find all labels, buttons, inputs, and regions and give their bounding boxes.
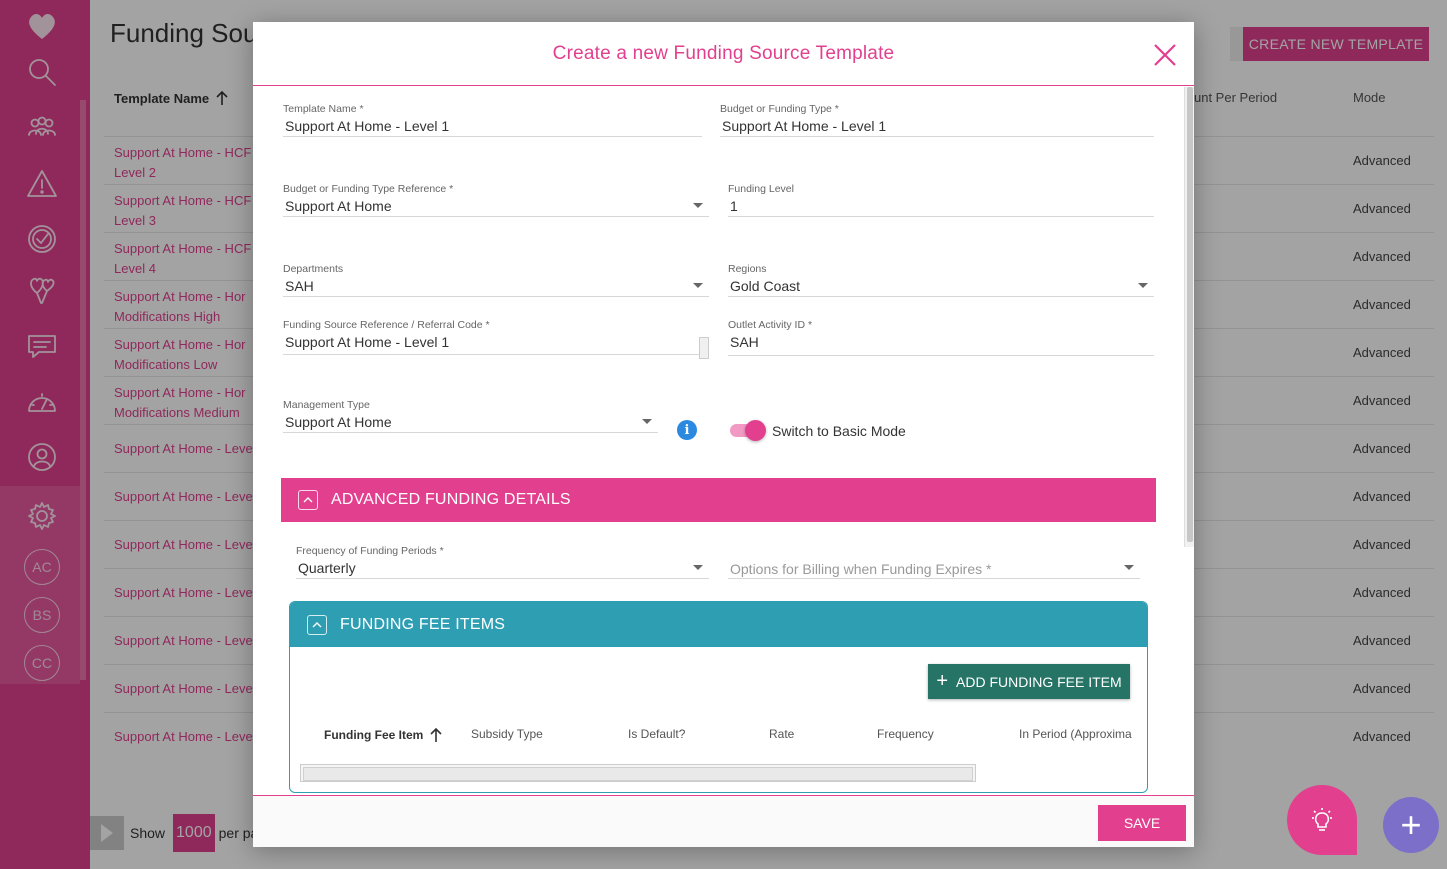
save-button[interactable]: SAVE [1098,805,1186,841]
add-funding-fee-item-button[interactable]: + ADD FUNDING FEE ITEM [928,664,1130,699]
basic-mode-label: Switch to Basic Mode [772,423,906,439]
departments-label: Departments [283,263,344,275]
frequency-value: Quarterly [298,560,356,576]
lightbulb-icon [1312,808,1332,831]
modal-title: Create a new Funding Source Template [552,42,895,64]
management-type-select[interactable]: Management Type Support At Home [283,399,658,433]
add-funding-fee-item-label: ADD FUNDING FEE ITEM [956,673,1122,690]
funding-level-field[interactable]: Funding Level 1 [728,183,1154,217]
departments-select[interactable]: Departments SAH [283,263,709,297]
lightbulb-fab[interactable] [1287,785,1357,855]
funding-reference-value: Support At Home - Level 1 [285,334,450,350]
chevron-down-icon[interactable] [1124,565,1134,570]
regions-label: Regions [728,263,767,275]
modal-header: Create a new Funding Source Template [253,22,1194,86]
basic-mode-toggle[interactable] [730,420,766,441]
outlet-activity-label: Outlet Activity ID * [728,319,813,331]
modal-footer: SAVE [253,795,1194,847]
fee-column-is-default[interactable]: Is Default? [628,727,685,741]
template-name-field[interactable]: Template Name * Support At Home - Level … [283,103,702,137]
modal-body: Template Name * Support At Home - Level … [253,87,1194,795]
textarea-resize-handle[interactable] [699,337,709,359]
chevron-down-icon[interactable] [693,565,703,570]
management-type-label: Management Type [283,399,370,411]
chevron-up-icon[interactable] [307,614,327,635]
budget-reference-select[interactable]: Budget or Funding Type Reference * Suppo… [283,183,709,217]
info-icon[interactable]: i [677,420,697,440]
billing-options-placeholder: Options for Billing when Funding Expires… [730,561,992,577]
fee-table-horizontal-scrollbar[interactable] [300,764,976,782]
budget-type-field[interactable]: Budget or Funding Type * Support At Home… [720,103,1154,137]
funding-fee-title: FUNDING FEE ITEMS [340,615,506,633]
advanced-funding-section-header[interactable]: ADVANCED FUNDING DETAILS [281,478,1156,522]
fee-column-in-period[interactable]: In Period (Approxima [1019,727,1132,741]
sort-up-arrow-icon [430,727,442,742]
funding-fee-section-header[interactable]: FUNDING FEE ITEMS [290,602,1147,647]
chevron-down-icon[interactable] [693,283,703,288]
budget-reference-value: Support At Home [285,198,392,214]
funding-reference-label: Funding Source Reference / Referral Code… [283,319,490,331]
add-fab-button[interactable]: + [1383,797,1439,853]
frequency-select[interactable]: Frequency of Funding Periods * Quarterly [296,545,709,579]
departments-value: SAH [285,278,314,294]
fee-column-rate[interactable]: Rate [769,727,794,741]
billing-options-select[interactable]: Options for Billing when Funding Expires… [728,545,1140,579]
plus-icon: + [1400,804,1422,845]
outlet-activity-field[interactable]: Outlet Activity ID * SAH [728,319,1154,356]
funding-level-value: 1 [730,198,738,214]
fee-column-label: Funding Fee Item [324,728,424,742]
create-template-modal: Create a new Funding Source Template Tem… [253,22,1194,847]
template-name-value: Support At Home - Level 1 [285,118,450,134]
toggle-knob [745,420,766,441]
chevron-up-icon[interactable] [298,490,318,510]
management-type-value: Support At Home [285,414,392,430]
budget-type-value: Support At Home - Level 1 [722,118,887,134]
fee-column-frequency[interactable]: Frequency [877,727,934,741]
funding-level-label: Funding Level [728,183,794,195]
plus-icon: + [936,669,948,692]
frequency-label: Frequency of Funding Periods * [296,545,444,557]
budget-type-label: Budget or Funding Type * [720,103,839,115]
regions-value: Gold Coast [730,278,801,294]
advanced-funding-title: ADVANCED FUNDING DETAILS [331,491,571,508]
close-icon[interactable] [1152,42,1178,68]
template-name-label: Template Name * [283,103,364,115]
funding-reference-textarea[interactable]: Funding Source Reference / Referral Code… [283,319,709,359]
fee-column-funding-fee-item[interactable]: Funding Fee Item [324,727,443,743]
budget-reference-label: Budget or Funding Type Reference * [283,183,454,195]
chevron-down-icon[interactable] [642,419,652,424]
chevron-down-icon[interactable] [1138,283,1148,288]
chevron-down-icon[interactable] [693,203,703,208]
fee-column-subsidy-type[interactable]: Subsidy Type [471,727,543,741]
outlet-activity-value: SAH [730,334,759,350]
regions-select[interactable]: Regions Gold Coast [728,263,1154,297]
funding-fee-items-panel: FUNDING FEE ITEMS + ADD FUNDING FEE ITEM… [289,601,1148,793]
